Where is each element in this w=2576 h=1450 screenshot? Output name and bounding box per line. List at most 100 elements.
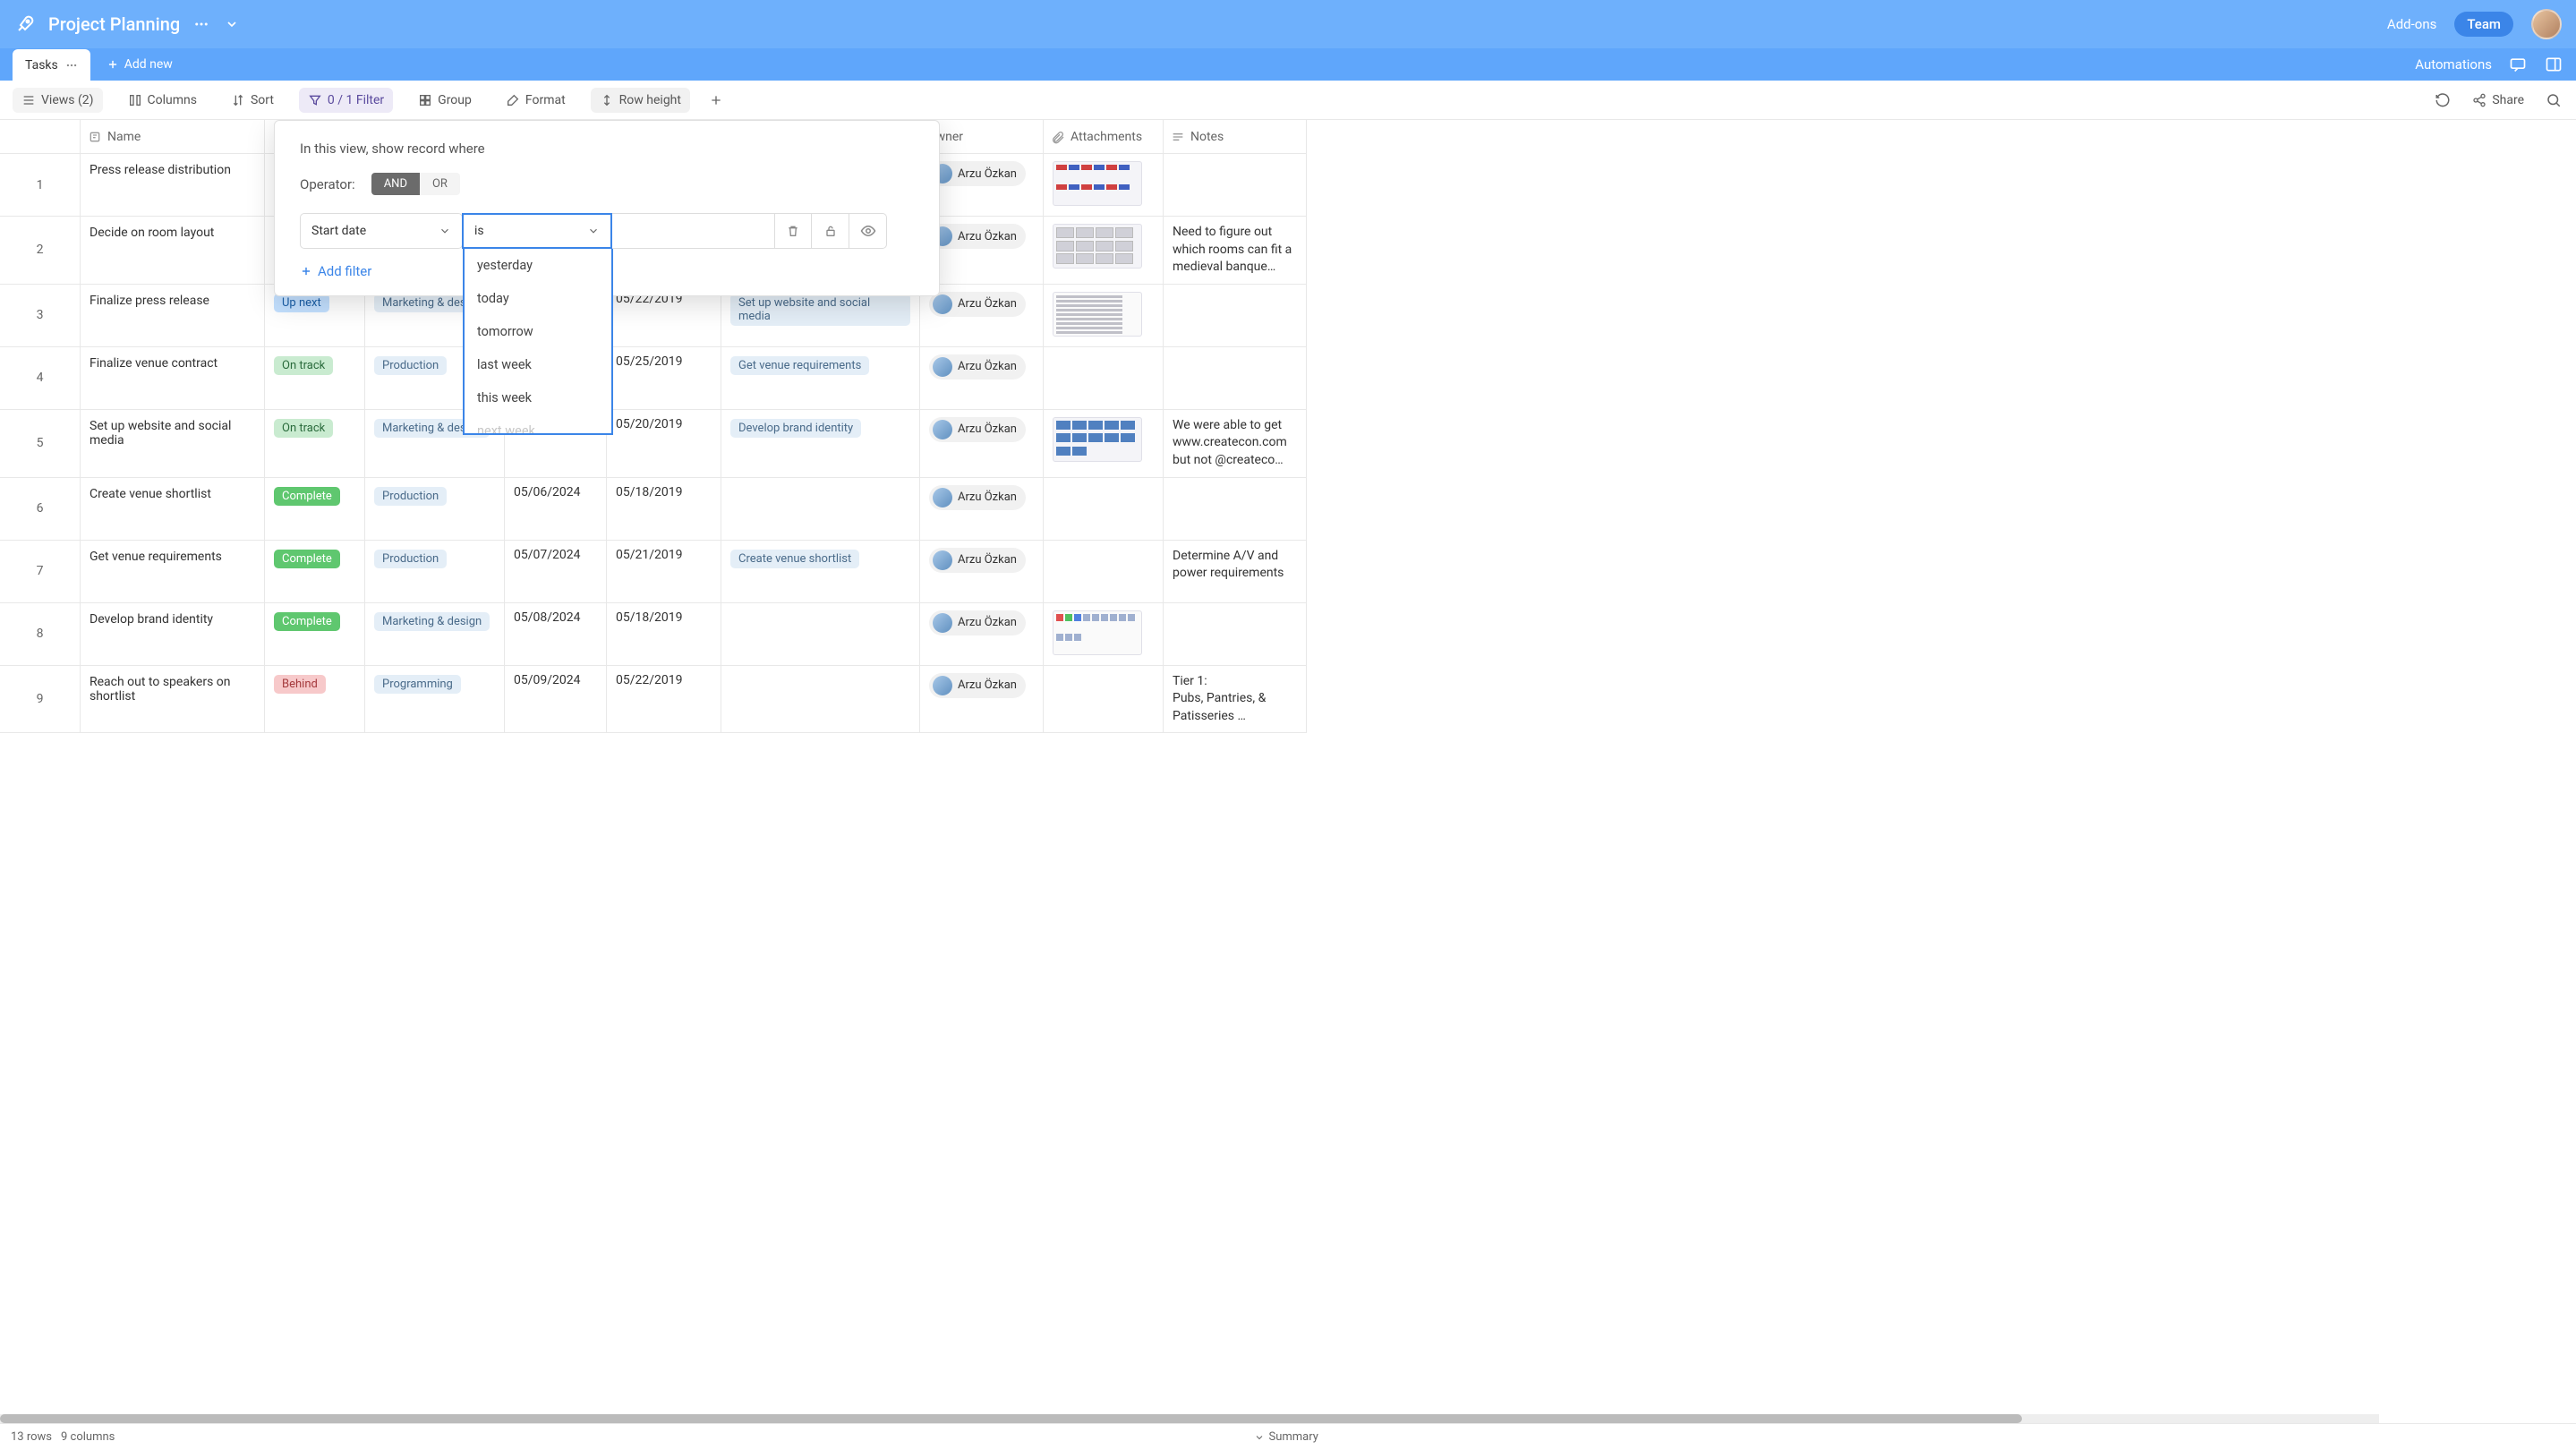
share-button[interactable]: Share [2467, 90, 2529, 111]
column-header-notes[interactable]: Notes [1164, 120, 1307, 154]
cell-notes[interactable] [1164, 478, 1307, 541]
columns-button[interactable]: Columns [119, 88, 206, 113]
header-more-icon[interactable] [192, 15, 210, 33]
cell-attachment[interactable] [1044, 541, 1164, 603]
sort-button[interactable]: Sort [222, 88, 283, 113]
cell-start-date[interactable]: 05/07/2024 [505, 541, 607, 603]
dropdown-option[interactable]: this week [465, 381, 611, 414]
cell-attachment[interactable] [1044, 478, 1164, 541]
row-height-button[interactable]: Row height [591, 88, 690, 113]
cell-start-date[interactable]: 05/06/2024 [505, 478, 607, 541]
add-new-view-button[interactable]: Add new [107, 57, 173, 72]
cell-attachment[interactable] [1044, 217, 1164, 285]
cell-due-date[interactable]: 05/18/2019 [607, 478, 721, 541]
addons-link[interactable]: Add-ons [2387, 16, 2436, 32]
tab-more-icon[interactable] [65, 59, 78, 72]
cell-name[interactable]: Decide on room layout [81, 217, 265, 285]
cell-name[interactable]: Create venue shortlist [81, 478, 265, 541]
cell-blocked-by[interactable] [721, 603, 920, 666]
dropdown-option[interactable]: last week [465, 348, 611, 381]
user-avatar[interactable] [2531, 9, 2562, 39]
cell-attachment[interactable] [1044, 666, 1164, 734]
cell-owner[interactable]: Arzu Özkan [920, 410, 1044, 478]
cell-status[interactable]: Complete [265, 478, 365, 541]
cell-attachment[interactable] [1044, 285, 1164, 347]
cell-notes[interactable]: We were able to get www.createcon.com bu… [1164, 410, 1307, 478]
views-button[interactable]: Views (2) [13, 88, 103, 113]
cell-due-date[interactable]: 05/21/2019 [607, 541, 721, 603]
format-button[interactable]: Format [497, 88, 575, 113]
column-header-attachments[interactable]: Attachments [1044, 120, 1164, 154]
dropdown-option[interactable]: next week [465, 414, 611, 435]
cell-team[interactable]: Programming [365, 666, 505, 734]
cell-name[interactable]: Finalize venue contract [81, 347, 265, 410]
filter-lock-button[interactable] [812, 213, 849, 249]
cell-blocked-by[interactable] [721, 666, 920, 734]
cell-notes[interactable]: Tier 1:Pubs, Pantries, & Patisseries … [1164, 666, 1307, 734]
cell-due-date[interactable]: 05/20/2019 [607, 410, 721, 478]
group-button[interactable]: Group [409, 88, 481, 113]
operator-or-button[interactable]: OR [420, 173, 460, 195]
filter-visibility-button[interactable] [849, 213, 887, 249]
search-icon[interactable] [2544, 90, 2563, 110]
cell-owner[interactable]: Arzu Özkan [920, 666, 1044, 734]
cell-blocked-by[interactable]: Create venue shortlist [721, 541, 920, 603]
cell-name[interactable]: Reach out to speakers on shortlist [81, 666, 265, 734]
cell-blocked-by[interactable]: Develop brand identity [721, 410, 920, 478]
operator-and-button[interactable]: AND [371, 173, 420, 195]
dropdown-option[interactable]: yesterday [465, 249, 611, 282]
chevron-down-icon[interactable] [223, 15, 241, 33]
dropdown-option[interactable]: tomorrow [465, 315, 611, 348]
team-button[interactable]: Team [2454, 12, 2513, 37]
cell-name[interactable]: Develop brand identity [81, 603, 265, 666]
filter-delete-button[interactable] [774, 213, 812, 249]
cell-name[interactable]: Finalize press release [81, 285, 265, 347]
undo-icon[interactable] [2433, 90, 2452, 110]
cell-start-date[interactable]: 05/08/2024 [505, 603, 607, 666]
filter-value-input[interactable] [612, 213, 775, 249]
cell-status[interactable]: On track [265, 347, 365, 410]
cell-due-date[interactable]: 05/18/2019 [607, 603, 721, 666]
cell-team[interactable]: Production [365, 478, 505, 541]
cell-name[interactable]: Get venue requirements [81, 541, 265, 603]
filter-condition-select[interactable]: is [462, 213, 612, 249]
dropdown-option[interactable]: today [465, 282, 611, 315]
cell-owner[interactable]: Arzu Özkan [920, 478, 1044, 541]
cell-status[interactable]: Complete [265, 541, 365, 603]
tab-tasks[interactable]: Tasks [13, 49, 90, 81]
filter-button[interactable]: 0 / 1 Filter [299, 88, 393, 113]
cell-blocked-by[interactable]: Get venue requirements [721, 347, 920, 410]
cell-notes[interactable] [1164, 603, 1307, 666]
cell-owner[interactable]: Arzu Özkan [920, 603, 1044, 666]
cell-status[interactable]: Complete [265, 603, 365, 666]
column-header-name[interactable]: Name [81, 120, 265, 154]
cell-attachment[interactable] [1044, 410, 1164, 478]
add-toolbar-icon[interactable] [706, 90, 726, 110]
cell-notes[interactable]: Need to figure out which rooms can fit a… [1164, 217, 1307, 285]
cell-attachment[interactable] [1044, 154, 1164, 217]
horizontal-scrollbar[interactable] [0, 1414, 2379, 1423]
cell-team[interactable]: Marketing & design [365, 603, 505, 666]
comments-icon[interactable] [2508, 55, 2528, 74]
sidebar-toggle-icon[interactable] [2544, 55, 2563, 74]
cell-notes[interactable] [1164, 347, 1307, 410]
cell-due-date[interactable]: 05/22/2019 [607, 666, 721, 734]
cell-notes[interactable]: Determine A/V and power requirements [1164, 541, 1307, 603]
filter-field-select[interactable]: Start date [300, 213, 463, 249]
cell-notes[interactable] [1164, 285, 1307, 347]
cell-attachment[interactable] [1044, 347, 1164, 410]
cell-owner[interactable]: Arzu Özkan [920, 541, 1044, 603]
cell-due-date[interactable]: 05/25/2019 [607, 347, 721, 410]
cell-name[interactable]: Set up website and social media [81, 410, 265, 478]
cell-status[interactable]: Behind [265, 666, 365, 734]
cell-blocked-by[interactable] [721, 478, 920, 541]
cell-team[interactable]: Production [365, 541, 505, 603]
summary-button[interactable]: Summary [1254, 1430, 1318, 1444]
cell-owner[interactable]: Arzu Özkan [920, 347, 1044, 410]
automations-link[interactable]: Automations [2415, 56, 2492, 72]
cell-status[interactable]: On track [265, 410, 365, 478]
cell-notes[interactable] [1164, 154, 1307, 217]
cell-attachment[interactable] [1044, 603, 1164, 666]
cell-name[interactable]: Press release distribution [81, 154, 265, 217]
cell-start-date[interactable]: 05/09/2024 [505, 666, 607, 734]
